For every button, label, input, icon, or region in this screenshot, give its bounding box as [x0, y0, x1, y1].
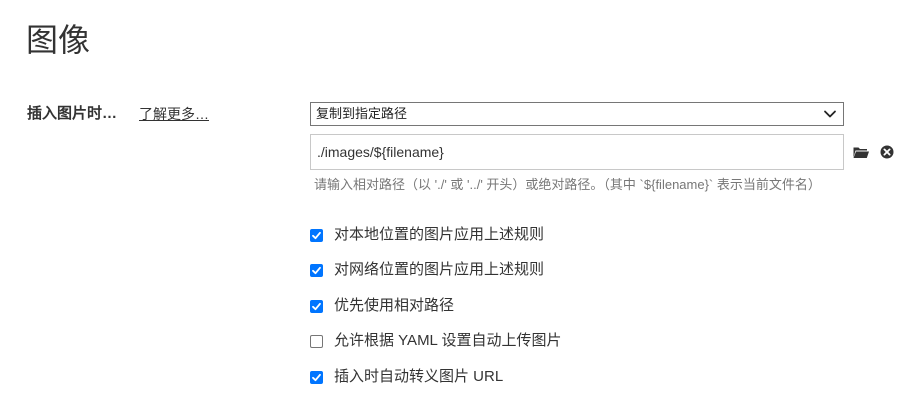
checkbox[interactable] [310, 370, 323, 384]
folder-icon[interactable] [852, 143, 870, 161]
option-yaml-auto-upload[interactable]: 允许根据 YAML 设置自动上传图片 [310, 331, 562, 351]
path-hint-text: 请输入相对路径（以 './' 或 '../' 开头）或绝对路径。（其中 `${f… [314, 177, 821, 192]
select-value: 复制到指定路径 [316, 106, 408, 121]
option-apply-local-images[interactable]: 对本地位置的图片应用上述规则 [310, 225, 544, 245]
option-label: 插入时自动转义图片 URL [334, 368, 504, 385]
option-apply-network-images[interactable]: 对网络位置的图片应用上述规则 [310, 260, 544, 280]
option-label: 优先使用相对路径 [334, 297, 455, 314]
insert-image-label: 插入图片时… [27, 105, 118, 122]
checkbox[interactable] [310, 334, 323, 348]
option-label: 对网络位置的图片应用上述规则 [334, 261, 545, 278]
image-path-value: ./images/${filename} [317, 144, 444, 160]
clear-circle-icon[interactable] [878, 143, 896, 161]
image-path-input[interactable]: ./images/${filename} [310, 134, 844, 170]
option-label: 对本地位置的图片应用上述规则 [334, 226, 545, 243]
insert-image-action-select[interactable]: 复制到指定路径 [310, 102, 844, 126]
option-prefer-relative-path[interactable]: 优先使用相对路径 [310, 296, 454, 316]
section-title: 图像 [26, 22, 91, 58]
checkbox[interactable] [310, 228, 323, 242]
option-escape-image-url[interactable]: 插入时自动转义图片 URL [310, 367, 503, 387]
chevron-down-icon [824, 110, 836, 118]
preferences-image-panel: 图像 插入图片时… 了解更多… 复制到指定路径 ./images/${filen… [0, 0, 919, 410]
checkbox[interactable] [310, 299, 323, 313]
option-label: 允许根据 YAML 设置自动上传图片 [334, 332, 562, 349]
checkbox[interactable] [310, 263, 323, 277]
learn-more-link[interactable]: 了解更多… [139, 104, 209, 124]
